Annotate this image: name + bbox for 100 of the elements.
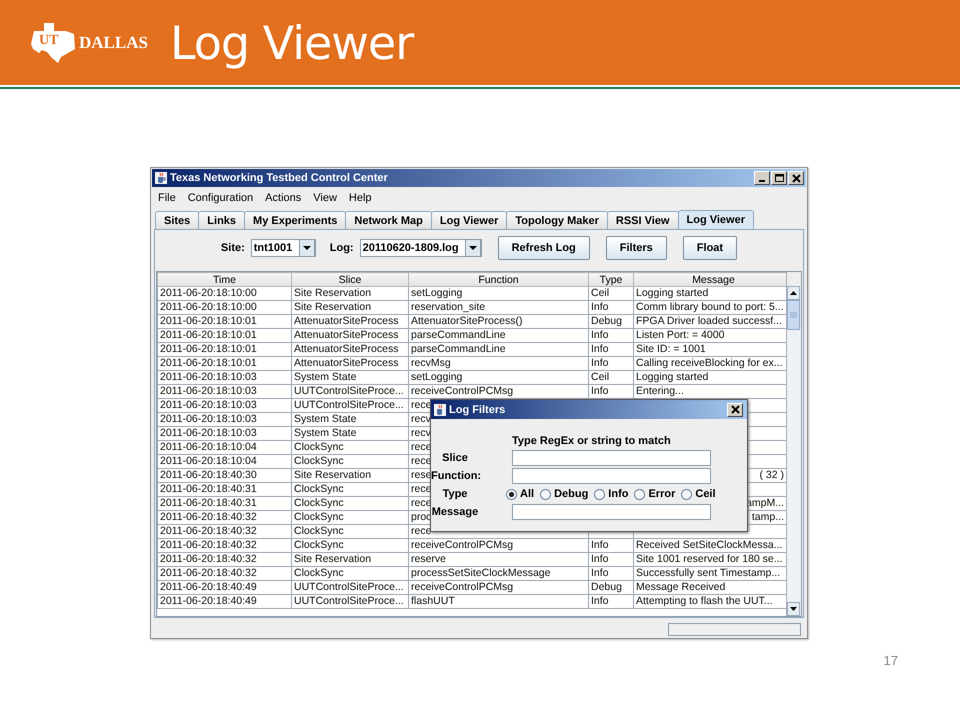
input-field[interactable]	[512, 504, 711, 520]
table-cell: System State	[294, 427, 356, 439]
table-cell: System State	[294, 413, 356, 425]
close-button[interactable]	[727, 402, 743, 416]
dropdown[interactable]: 20110620-1809.log	[360, 239, 482, 257]
logo-text: DALLAS	[79, 32, 148, 52]
table-cell: Message Received	[636, 581, 726, 593]
table-cell: 2011-06-20:18:40:32	[160, 553, 257, 565]
menu-item[interactable]: Help	[348, 192, 372, 204]
table-cell: UUTControlSiteProce...	[294, 581, 404, 593]
table-cell: flashUUT	[411, 595, 455, 607]
input-field[interactable]	[512, 450, 711, 466]
table-cell: 2011-06-20:18:40:31	[160, 497, 257, 509]
table-cell: ClockSync	[294, 483, 344, 495]
field-label: Type	[442, 488, 468, 500]
table-cell: Ceil	[591, 371, 610, 383]
field-label: Slice	[441, 452, 469, 464]
table-cell: FPGA Driver loaded successf...	[636, 315, 782, 327]
table-cell: 2011-06-20:18:40:31	[160, 483, 257, 495]
table-cell: UUTControlSiteProce...	[294, 385, 404, 397]
tab[interactable]: Links	[198, 211, 246, 229]
table-cell: reservation_site	[411, 301, 486, 313]
radio-option[interactable]: Error	[634, 488, 676, 500]
radio-option[interactable]: Info	[594, 488, 628, 500]
menu-item[interactable]: File	[158, 192, 176, 204]
tab[interactable]: My Experiments	[244, 211, 346, 229]
window-title: Texas Networking Testbed Control Center	[170, 172, 389, 184]
tab[interactable]: Log Viewer	[678, 210, 754, 229]
tab[interactable]: RSSI View	[606, 211, 678, 229]
table-cell: Site Reservation	[294, 469, 372, 481]
radio-option[interactable]: All	[506, 488, 534, 500]
table-cell: ClockSync	[294, 539, 344, 551]
table-cell: 2011-06-20:18:40:32	[160, 525, 257, 537]
table-cell: Listen Port: = 4000	[636, 329, 724, 341]
toolbar-button[interactable]: Refresh Log	[498, 236, 590, 260]
table-cell: recv	[411, 427, 431, 439]
table-cell: Info	[591, 567, 609, 579]
toolbar-button[interactable]: Filters	[606, 236, 667, 260]
table-cell: Site Reservation	[294, 553, 372, 565]
menu-item[interactable]: Configuration	[188, 192, 254, 204]
dropdown[interactable]: tnt1001	[250, 239, 316, 257]
maximize-button[interactable]	[771, 171, 787, 185]
table-cell: 2011-06-20:18:10:00	[160, 301, 257, 313]
menu-item[interactable]: Actions	[265, 192, 302, 204]
table-cell: Logging started	[636, 371, 708, 383]
table-cell: Info	[591, 357, 609, 369]
table-cell: receiveControlPCMsg	[411, 539, 514, 551]
table-cell: parseCommandLine	[411, 343, 506, 355]
table-cell: setLogging	[411, 287, 462, 299]
caret-icon	[298, 239, 315, 257]
table-cell: recv	[411, 413, 431, 425]
field-label: Message	[431, 506, 479, 518]
scrollbar[interactable]	[787, 286, 801, 616]
input-field[interactable]	[512, 468, 711, 484]
column-header[interactable]: Time	[158, 272, 292, 286]
tab[interactable]: Topology Maker	[506, 211, 608, 229]
table-cell: Site Reservation	[294, 301, 372, 313]
radio-option[interactable]: Ceil	[681, 488, 716, 500]
column-header[interactable]: Type	[588, 272, 634, 286]
table-cell: 2011-06-20:18:10:03	[160, 413, 257, 425]
radio-option[interactable]: Debug	[540, 488, 588, 500]
table-cell: processSetSiteClockMessage	[411, 567, 550, 579]
menu-item[interactable]: View	[313, 192, 337, 204]
tab[interactable]: Sites	[155, 211, 200, 229]
column-header[interactable]: Function	[408, 272, 588, 286]
table-cell: ClockSync	[294, 441, 344, 453]
table-cell: proc	[411, 511, 432, 523]
tab[interactable]: Log Viewer	[430, 211, 508, 229]
caret-icon	[464, 239, 481, 257]
table-cell: recvMsg	[411, 357, 451, 369]
column-header[interactable]: Slice	[292, 272, 408, 286]
column-header[interactable]: Message	[634, 272, 786, 286]
toolbar-button[interactable]: Float	[682, 236, 738, 260]
table-cell: Received SetSiteClockMessa...	[636, 539, 782, 551]
table-cell: Ceil	[591, 287, 610, 299]
table-cell: Entering...	[636, 385, 684, 397]
table-cell: AttenuatorSiteProcess	[294, 357, 398, 369]
tab[interactable]: Network Map	[345, 211, 432, 229]
slide-title: Log Viewer	[170, 16, 414, 70]
table-cell: 2011-06-20:18:10:04	[160, 455, 257, 467]
table-cell: UUTControlSiteProce...	[294, 595, 404, 607]
table-cell: 2011-06-20:18:40:49	[160, 595, 257, 607]
table-cell: setLogging	[411, 371, 462, 383]
minimize-button[interactable]	[754, 171, 770, 185]
table-cell: tamp...	[752, 511, 784, 523]
table-cell: Info	[591, 553, 609, 565]
table-cell: AttenuatorSiteProcess	[294, 329, 398, 341]
minimize-icon	[759, 180, 765, 182]
table-cell: ( 32 )	[759, 469, 784, 481]
table-cell: 2011-06-20:18:10:03	[160, 371, 257, 383]
table-cell: UUTControlSiteProce...	[294, 399, 404, 411]
page-number: 17	[884, 653, 898, 668]
table-cell: 2011-06-20:18:40:49	[160, 581, 257, 593]
table-cell: rece	[411, 525, 432, 537]
logo-text: UT	[39, 34, 58, 48]
field-label: Log:	[330, 242, 354, 254]
table-cell: 2011-06-20:18:40:32	[160, 539, 257, 551]
dialog-title: Log Filters	[449, 404, 506, 416]
close-button[interactable]	[788, 171, 804, 185]
close-icon	[730, 405, 740, 414]
